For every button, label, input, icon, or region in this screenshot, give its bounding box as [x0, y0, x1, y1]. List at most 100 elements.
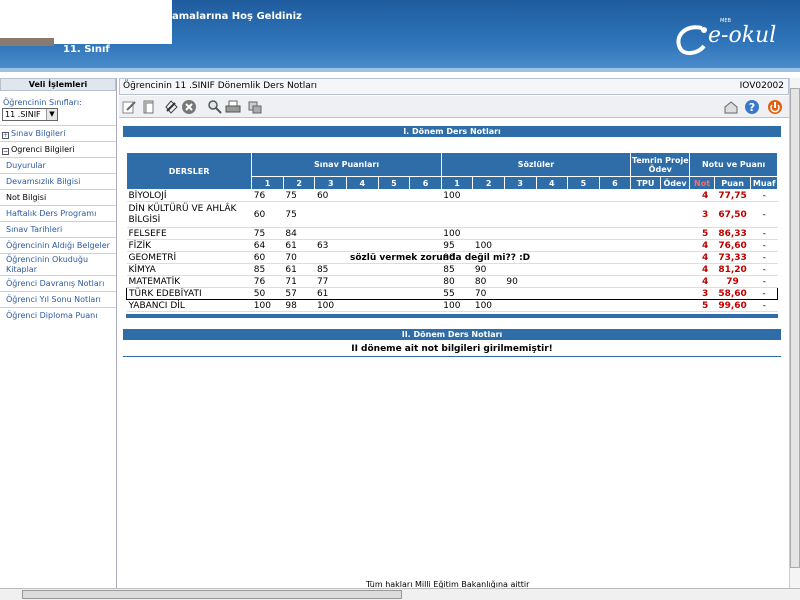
table-row: KİMYA 85 61 85 85 90 4 81,20-: [126, 263, 778, 276]
print-icon[interactable]: [225, 99, 241, 115]
sidebar-item-diploma-puani[interactable]: Öğrenci Diploma Puanı: [0, 307, 116, 323]
exempt-flag: -: [750, 251, 778, 264]
sub-sinav-2: 2: [282, 176, 316, 190]
sidebar-item-belgeler[interactable]: Öğrencinin Aldığı Belgeler: [0, 237, 116, 253]
sozlu-score: [599, 263, 631, 276]
sozlu-score: [536, 201, 568, 228]
ders-name: TÜRK EDEBİYATI: [125, 287, 252, 300]
tpu-score: [630, 239, 661, 252]
chevron-down-icon[interactable]: ▼: [46, 109, 57, 120]
sinav-score: [378, 299, 410, 312]
collapse-icon[interactable]: −: [2, 148, 9, 155]
sub-sinav-5: 5: [377, 176, 411, 190]
sinav-score: 63: [314, 239, 347, 252]
home-icon[interactable]: [723, 99, 739, 115]
copy-icon[interactable]: [141, 99, 157, 115]
grade-label: 11. Sınıf: [63, 44, 110, 55]
vertical-scrollbar[interactable]: [789, 78, 800, 588]
odev-score: [660, 263, 690, 276]
sinav-score: [378, 287, 410, 300]
sozlu-score: [567, 299, 600, 312]
help-icon[interactable]: ?: [744, 99, 760, 115]
class-select[interactable]: 11 .SINIF ▼: [2, 108, 58, 121]
col-sinav-puanlari: Sınav Puanları: [251, 152, 442, 177]
vertical-scroll-thumb[interactable]: [790, 88, 800, 568]
sidebar-item-duyurular[interactable]: Duyurular: [0, 157, 116, 173]
sinav-score: [409, 227, 442, 240]
clear-icon[interactable]: [163, 99, 179, 115]
term2-message: II döneme ait not bilgileri girilmemişti…: [123, 344, 781, 357]
sinav-score: 70: [283, 251, 315, 264]
sinav-score: 98: [283, 299, 315, 312]
sinav-score: [346, 299, 379, 312]
sub-muaf: Muaf: [750, 176, 778, 190]
class-label: Öğrencinin Sınıfları:: [3, 98, 82, 107]
sozlu-score: 85: [441, 263, 473, 276]
exempt-flag: -: [750, 189, 778, 202]
sidebar-item-devamsizlik[interactable]: Devamsızlık Bilgisi: [0, 173, 116, 189]
expand-icon[interactable]: +: [2, 132, 9, 139]
horizontal-scrollbar[interactable]: [0, 588, 800, 600]
final-points: 67,50: [714, 201, 751, 228]
sozlu-score: [599, 287, 631, 300]
ders-name: BİYOLOJİ: [126, 189, 252, 202]
sozlu-score: [504, 287, 536, 300]
horizontal-scroll-thumb[interactable]: [22, 590, 402, 599]
sidebar: Veli İşlemleri Öğrencinin Sınıfları: 11 …: [0, 78, 117, 592]
sidebar-item-not-bilgisi[interactable]: Not Bilgisi: [0, 189, 116, 205]
sozlu-score: 90: [472, 263, 505, 276]
table-bottom-bar: [126, 314, 778, 318]
sub-sinav-1: 1: [251, 176, 284, 190]
sidebar-item-ders-programi[interactable]: Haftalık Ders Programı: [0, 205, 116, 221]
sozlu-score: [599, 201, 631, 228]
sinav-score: [346, 227, 379, 240]
col-dersler: DERSLER: [125, 152, 253, 190]
ders-name: DİN KÜLTÜRÜ VE AHLÂK BİLGİSİ: [126, 201, 252, 228]
tpu-score: [630, 189, 661, 202]
sidebar-item-kitaplar[interactable]: Öğrencinin Okuduğu Kitaplar: [0, 253, 116, 275]
table-header-row: DERSLER Sınav Puanları Sözlüler Temrin P…: [125, 152, 778, 190]
tpu-score: [630, 287, 661, 300]
sozlu-score: [599, 299, 631, 312]
sinav-score: 75: [283, 189, 315, 202]
final-points: 99,60: [714, 299, 751, 312]
sozlu-score: 100: [441, 299, 473, 312]
sinav-score: 61: [283, 263, 315, 276]
sinav-score: [346, 275, 379, 288]
sidebar-item-yil-sonu-notlari[interactable]: Öğrenci Yıl Sonu Notları: [0, 291, 116, 307]
sub-sozlu-6: 6: [598, 176, 632, 190]
sozlu-score: [472, 201, 505, 228]
ders-name: GEOMETRİ: [126, 251, 252, 264]
logout-icon[interactable]: [767, 99, 783, 115]
final-points: 76,60: [714, 239, 751, 252]
final-points: 77,75: [714, 189, 751, 202]
sinav-score: [409, 201, 442, 228]
sidebar-item-sinav-tarihleri[interactable]: Sınav Tarihleri: [0, 221, 116, 237]
edit-icon[interactable]: [121, 99, 137, 115]
sub-sozlu-2: 2: [472, 176, 505, 190]
exempt-flag: -: [750, 275, 778, 288]
final-grade: 3: [689, 201, 715, 228]
tpu-score: [630, 263, 661, 276]
table-row: FELSEFE 75 84 100 5 86,33-: [126, 227, 778, 240]
sozlu-score: 100: [441, 189, 473, 202]
page-code: IOV02002: [739, 81, 784, 91]
sidebar-item-davranis-notlari[interactable]: Öğrenci Davranış Notları: [0, 275, 116, 291]
sidebar-item-sinav-bilgileri[interactable]: + Sınav Bilgileri: [0, 125, 116, 141]
search-icon[interactable]: [207, 99, 223, 115]
sidebar-item-ogrenci-bilgileri[interactable]: − Ogrenci Bilgileri: [0, 141, 116, 157]
odev-score: [660, 287, 690, 300]
close-icon[interactable]: [181, 99, 197, 115]
sinav-score: [378, 189, 410, 202]
sozlu-score: [472, 189, 505, 202]
export-icon[interactable]: [247, 99, 263, 115]
exempt-flag: -: [750, 263, 778, 276]
exempt-flag: -: [750, 299, 778, 312]
final-grade: 3: [689, 287, 715, 300]
sozlu-score: [536, 287, 568, 300]
student-photo: [0, 38, 54, 46]
sinav-score: 100: [314, 299, 347, 312]
sozlu-score: [567, 287, 600, 300]
sinav-score: 50: [251, 287, 284, 300]
page-titlebar: Öğrencinin 11 .SINIF Dönemlik Ders Notla…: [119, 78, 789, 95]
